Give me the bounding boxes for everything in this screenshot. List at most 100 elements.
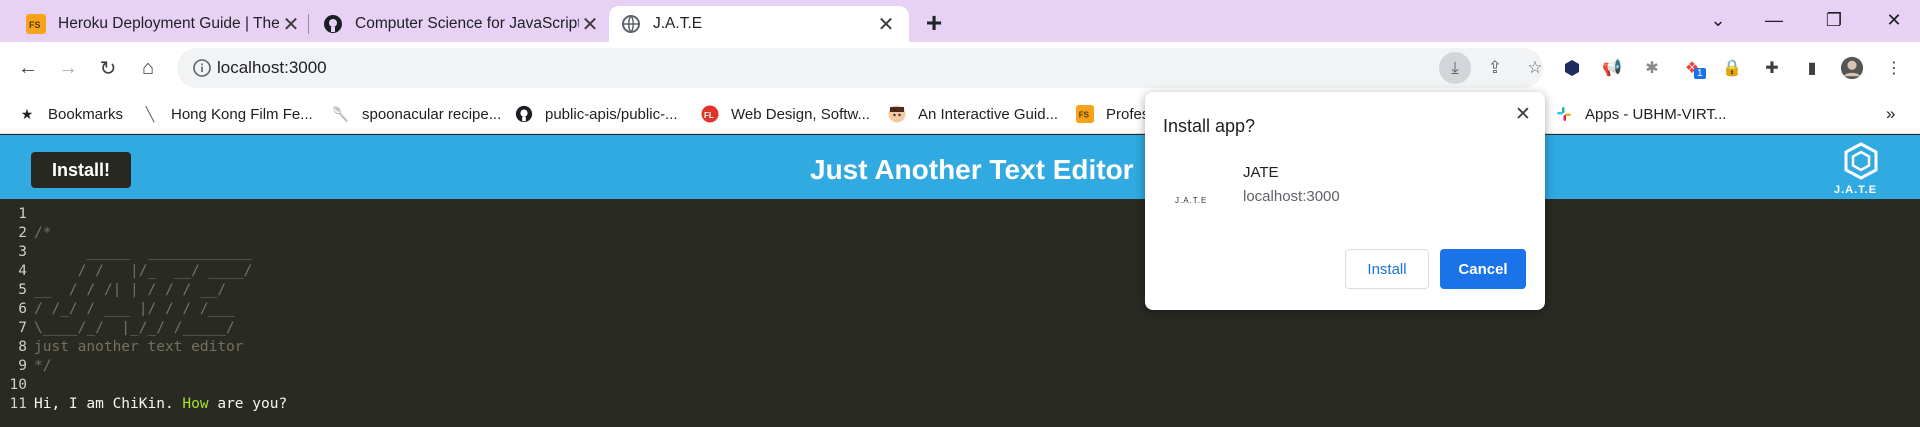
editor-line: 11 Hi, I am ChiKin. How are you? bbox=[0, 395, 288, 414]
bookmark-label: Profes bbox=[1106, 105, 1150, 123]
line-keyword: How bbox=[182, 396, 209, 412]
extension-badge: 1 bbox=[1694, 68, 1706, 79]
app-icon: J.A.T.E bbox=[1175, 196, 1208, 205]
line-number: 4 bbox=[18, 263, 27, 279]
share-icon[interactable]: ⇪ bbox=[1479, 52, 1511, 84]
film-icon: ╲ bbox=[145, 105, 155, 122]
bookmark-item[interactable]: ╲ Hong Kong Film Fe... bbox=[141, 102, 313, 126]
star-icon: ★ bbox=[20, 105, 34, 122]
tab-title: Computer Science for JavaScript bbox=[355, 15, 579, 32]
line-number: 2 bbox=[18, 225, 27, 241]
editor-line: 1 bbox=[0, 205, 34, 224]
chevron-down-icon[interactable]: ⌄ bbox=[1700, 6, 1736, 34]
line-text: */ bbox=[34, 358, 52, 374]
tab-title: Heroku Deployment Guide | The bbox=[58, 15, 280, 32]
app-header: Install! Just Another Text Editor J.A.T.… bbox=[0, 135, 1920, 199]
tab-separator bbox=[308, 14, 309, 34]
close-icon[interactable]: ✕ bbox=[579, 13, 601, 36]
line-text: are you? bbox=[208, 396, 288, 412]
page-title: Just Another Text Editor bbox=[810, 154, 1134, 185]
tab-computer-science[interactable]: Computer Science for JavaScript ✕ bbox=[311, 6, 613, 42]
avatar-icon bbox=[888, 105, 906, 123]
bookmark-label: spoonacular recipe... bbox=[362, 105, 502, 123]
bookmark-item[interactable]: FS Profes bbox=[1076, 102, 1149, 126]
editor-line: 8 just another text editor bbox=[0, 338, 244, 357]
editor-line: 6 / /_/ / ___ |/ / / /___ bbox=[0, 300, 235, 319]
line-text: __ / / /| | / / / __/ bbox=[34, 282, 227, 298]
line-number: 11 bbox=[9, 396, 27, 412]
extension-red-icon[interactable]: ❖ 1 bbox=[1680, 56, 1706, 80]
cancel-button[interactable]: Cancel bbox=[1440, 249, 1526, 289]
line-text: / /_/ / ___ |/ / / /___ bbox=[34, 301, 235, 317]
bookmark-item[interactable]: ★ Bookmarks bbox=[18, 102, 123, 126]
back-icon[interactable]: ← bbox=[14, 54, 42, 82]
line-number: 8 bbox=[18, 339, 27, 355]
line-text: \____/_/ |_/_/ /_____/ bbox=[34, 320, 235, 336]
tab-title: J.A.T.E bbox=[653, 15, 703, 32]
line-number: 5 bbox=[18, 282, 27, 298]
menu-icon[interactable]: ⋮ bbox=[1882, 56, 1906, 80]
close-icon[interactable]: ✕ bbox=[875, 13, 897, 36]
svg-text:FS: FS bbox=[29, 20, 41, 30]
tab-jate[interactable]: J.A.T.E ✕ bbox=[609, 6, 909, 42]
restore-icon[interactable]: ❐ bbox=[1816, 6, 1852, 34]
line-number: 6 bbox=[18, 301, 27, 317]
line-number: 7 bbox=[18, 320, 27, 336]
line-text: _____ ____________ bbox=[34, 244, 253, 260]
bookmark-item[interactable]: public-apis/public-... bbox=[515, 102, 678, 126]
close-icon[interactable]: ✕ bbox=[1511, 102, 1535, 126]
minimize-icon[interactable]: — bbox=[1756, 6, 1792, 34]
puzzle-icon[interactable]: ✚ bbox=[1760, 56, 1784, 80]
logo-text: J.A.T.E bbox=[1834, 184, 1878, 196]
lock-extension-icon[interactable]: 🔒 bbox=[1720, 56, 1744, 80]
editor-line: 9 */ bbox=[0, 357, 51, 376]
github-icon bbox=[515, 105, 533, 123]
tab-heroku-guide[interactable]: FS Heroku Deployment Guide | The ✕ bbox=[14, 6, 314, 42]
bookmark-item[interactable]: An Interactive Guid... bbox=[888, 102, 1058, 126]
extension-hexagon-icon[interactable] bbox=[1560, 56, 1584, 80]
bookmark-label: Bookmarks bbox=[48, 105, 124, 123]
bookmark-item[interactable]: Apps - UBHM-VIRT... bbox=[1555, 102, 1726, 126]
window-close-icon[interactable]: ✕ bbox=[1876, 6, 1912, 34]
bookmark-item[interactable]: 🥄 spoonacular recipe... bbox=[332, 102, 501, 126]
slack-icon bbox=[1555, 105, 1573, 123]
editor-line: 2 /* bbox=[0, 224, 51, 243]
bookmark-star-icon[interactable]: ☆ bbox=[1519, 52, 1551, 84]
line-text: just another text editor bbox=[34, 339, 244, 355]
editor-line: 4 / / |/_ __/ ____/ bbox=[0, 262, 252, 281]
editor-line: 10 bbox=[0, 376, 34, 395]
bookmark-label: Hong Kong Film Fe... bbox=[171, 105, 313, 123]
home-icon[interactable]: ⌂ bbox=[134, 54, 162, 82]
new-tab-button[interactable]: + bbox=[920, 7, 948, 38]
fs-icon: FS bbox=[1076, 105, 1094, 123]
bookmarks-overflow-icon[interactable]: » bbox=[1886, 102, 1895, 126]
bookmarks-bar: ★ Bookmarks ╲ Hong Kong Film Fe... 🥄 spoona… bbox=[0, 94, 1920, 134]
line-number: 10 bbox=[9, 377, 27, 393]
line-text: / / |/_ __/ ____/ bbox=[34, 263, 253, 279]
bookmark-item[interactable]: FL Web Design, Softw... bbox=[701, 102, 870, 126]
megaphone-icon[interactable]: 📢 bbox=[1600, 56, 1624, 80]
line-text: /* bbox=[34, 225, 52, 241]
bug-icon[interactable]: ✱ bbox=[1640, 56, 1664, 80]
close-icon[interactable]: ✕ bbox=[280, 13, 302, 36]
install-button[interactable]: Install! bbox=[31, 152, 131, 188]
install-app-icon[interactable]: ⤓ bbox=[1439, 52, 1471, 84]
install-app-dialog: Install app? ✕ J.A.T.E JATE localhost:30… bbox=[1145, 92, 1545, 310]
spoonacular-icon: 🥄 bbox=[332, 105, 350, 122]
dialog-title: Install app? bbox=[1163, 116, 1256, 136]
bookmark-label: An Interactive Guid... bbox=[918, 105, 1059, 123]
bookmark-label: public-apis/public-... bbox=[545, 105, 678, 123]
reload-icon[interactable]: ↻ bbox=[94, 54, 122, 82]
side-panel-icon[interactable]: ▮ bbox=[1800, 56, 1824, 80]
app-name: JATE bbox=[1243, 164, 1279, 181]
fs-icon: FS bbox=[26, 14, 46, 34]
code-editor[interactable]: 1 2 /* 3 _____ ____________ 4 / / |/_ __/… bbox=[0, 199, 1920, 427]
install-confirm-button[interactable]: Install bbox=[1345, 249, 1429, 289]
avatar[interactable] bbox=[1840, 56, 1864, 80]
line-number: 3 bbox=[18, 244, 27, 260]
info-icon[interactable] bbox=[193, 59, 211, 77]
address-bar[interactable]: localhost:3000 ⤓ ⇪ ☆ bbox=[177, 48, 1543, 88]
url-text[interactable]: localhost:3000 bbox=[217, 58, 327, 78]
app-origin: localhost:3000 bbox=[1243, 188, 1340, 205]
forward-icon[interactable]: → bbox=[54, 54, 82, 82]
